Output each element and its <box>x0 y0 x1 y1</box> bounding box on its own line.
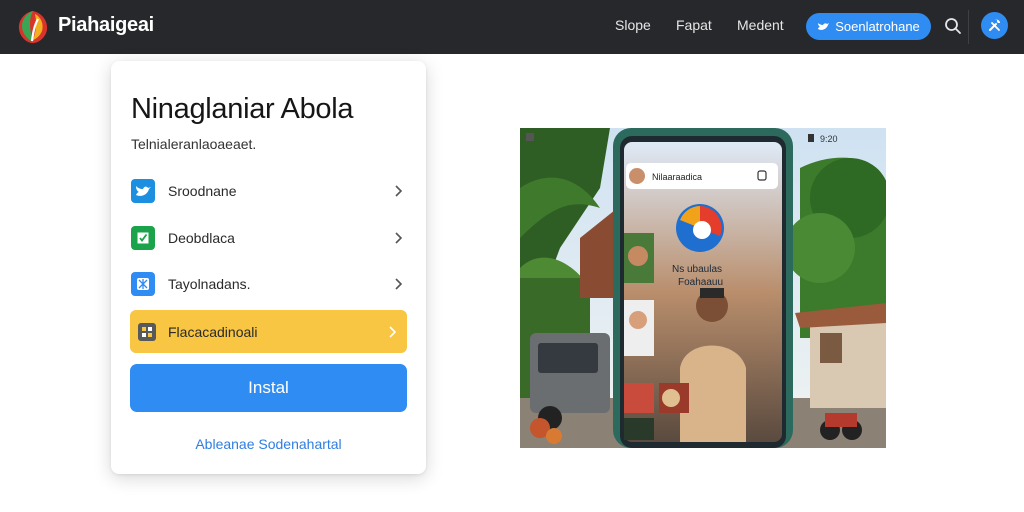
header-cta-label: Soenlatrohane <box>835 19 920 34</box>
chevron-right-icon <box>395 232 403 244</box>
phone-caption-1: Ns ubaulas <box>672 264 722 275</box>
app-logo-icon[interactable] <box>14 8 52 46</box>
phone-caption-2: Foahaauu <box>678 277 723 288</box>
chevron-right-icon <box>389 326 397 338</box>
option-label-2: Deobdlaca <box>168 230 235 246</box>
check-box-icon <box>131 226 155 250</box>
header-divider <box>968 10 969 44</box>
chevron-right-icon <box>395 278 403 290</box>
option-item-3[interactable]: Tayolnadans. <box>131 267 407 301</box>
option-item-1[interactable]: Sroodnane <box>131 174 407 208</box>
search-icon[interactable] <box>944 17 962 35</box>
tools-icon <box>989 19 1000 31</box>
nav-link-2[interactable]: Fapat <box>676 17 712 33</box>
bird-icon <box>131 179 155 203</box>
chevron-right-icon <box>395 185 403 197</box>
phone-app-label: Nilaaraadica <box>652 172 702 182</box>
option-label-3: Tayolnadans. <box>168 276 251 292</box>
hero-image: 9:20 Nilaaraadica Ns ubaulas Foahaauu <box>520 128 886 448</box>
install-button[interactable]: Instal <box>130 364 407 412</box>
nav-link-3[interactable]: Medent <box>737 17 784 33</box>
phone-mockup: Nilaaraadica Ns ubaulas Foahaauu <box>613 128 793 448</box>
option-label-1: Sroodnane <box>168 183 237 199</box>
header-cta-button[interactable]: Soenlatrohane <box>806 13 931 40</box>
nav-link-1[interactable]: Slope <box>615 17 651 33</box>
card-subtitle: Telnialeranlaoaeaet. <box>131 136 257 152</box>
alternative-link[interactable]: Ableanae Sodenahartal <box>111 436 426 452</box>
option-label-4: Flacacadinoali <box>168 323 258 340</box>
profile-button[interactable] <box>981 12 1008 39</box>
top-navigation-bar: Piahaigeai Slope Fapat Medent Soenlatroh… <box>0 0 1024 54</box>
brand-name[interactable]: Piahaigeai <box>58 14 154 37</box>
install-card: Ninaglaniar Abola Telnialeranlaoaeaet. S… <box>111 61 426 474</box>
grid-icon <box>138 322 156 341</box>
option-item-4-highlighted[interactable]: Flacacadinoali <box>130 310 407 353</box>
bird-icon <box>818 22 830 30</box>
globe-icon <box>131 272 155 296</box>
card-title: Ninaglaniar Abola <box>131 93 354 125</box>
status-time: 9:20 <box>820 134 838 144</box>
option-item-2[interactable]: Deobdlaca <box>131 221 407 255</box>
